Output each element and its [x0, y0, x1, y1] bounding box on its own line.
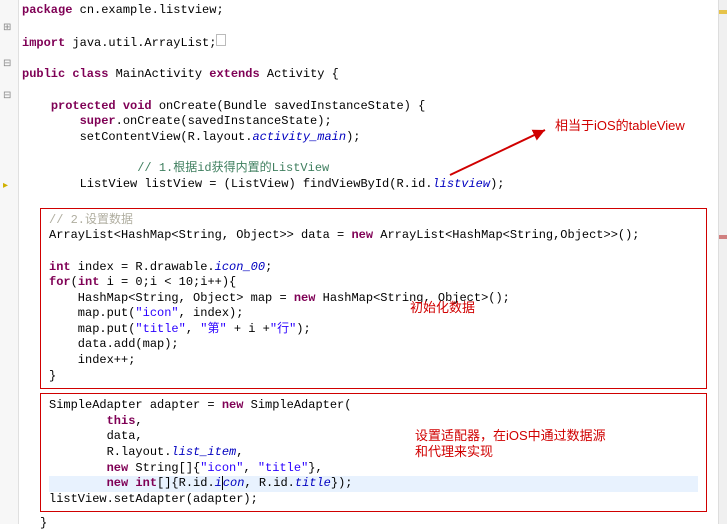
code-box-adapter: SimpleAdapter adapter = new SimpleAdapte…	[40, 393, 707, 512]
line-close-method: }	[40, 516, 727, 532]
gutter: ⊞ ⊟ ⊟ ▸	[0, 0, 19, 524]
line-method: protected void onCreate(Bundle savedInst…	[22, 99, 727, 115]
line-arg-int: new int[]{R.id.icon, R.id.title});	[49, 476, 698, 492]
line-arg-str: new String[]{"icon", "title"},	[49, 461, 698, 477]
line-setadapter: listView.setAdapter(adapter);	[49, 492, 698, 508]
code-box-data: // 2.设置数据 ArrayList<HashMap<String, Obje…	[40, 208, 707, 390]
line-inc: index++;	[49, 353, 698, 369]
method-marker[interactable]: ⊟	[3, 90, 11, 103]
line-closefor: }	[49, 369, 698, 385]
line-cmt2: // 2.设置数据	[49, 213, 698, 229]
line-put2: map.put("title", "第" + i +"行");	[49, 322, 698, 338]
line-put1: map.put("icon", index);	[49, 306, 698, 322]
annotation-tableview: 相当于iOS的tableView	[555, 118, 685, 135]
line-adapter: SimpleAdapter adapter = new SimpleAdapte…	[49, 398, 698, 414]
line-import: import java.util.ArrayList;	[22, 34, 727, 52]
line-class: public class MainActivity extends Activi…	[22, 67, 727, 83]
line-index: int index = R.drawable.icon_00;	[49, 260, 698, 276]
line-arg-layout: R.layout.list_item,	[49, 445, 698, 461]
annotation-init: 初始化数据	[410, 300, 475, 317]
line-cmt1: // 1.根据id获得内置的ListView	[22, 161, 727, 177]
collapse-marker[interactable]: ⊟	[3, 58, 11, 71]
annotation-adapter-1: 设置适配器，在iOS中通过数据源	[415, 428, 606, 445]
line-listview: ListView listView = (ListView) findViewB…	[22, 177, 727, 193]
warn-marker: ▸	[3, 180, 8, 193]
overview-ruler	[718, 0, 727, 524]
line-add: data.add(map);	[49, 337, 698, 353]
line-hashmap: HashMap<String, Object> map = new HashMa…	[49, 291, 698, 307]
code-area: package package cn.example.listview;cn.e…	[22, 0, 727, 208]
arrow-1	[440, 120, 560, 180]
line-for: for(int i = 0;i < 10;i++){	[49, 275, 698, 291]
line-arraylist: ArrayList<HashMap<String, Object>> data …	[49, 228, 698, 244]
line-package: package package cn.example.listview;cn.e…	[22, 3, 727, 19]
expand-marker[interactable]: ⊞	[3, 22, 11, 35]
annotation-adapter-2: 和代理来实现	[415, 444, 493, 461]
